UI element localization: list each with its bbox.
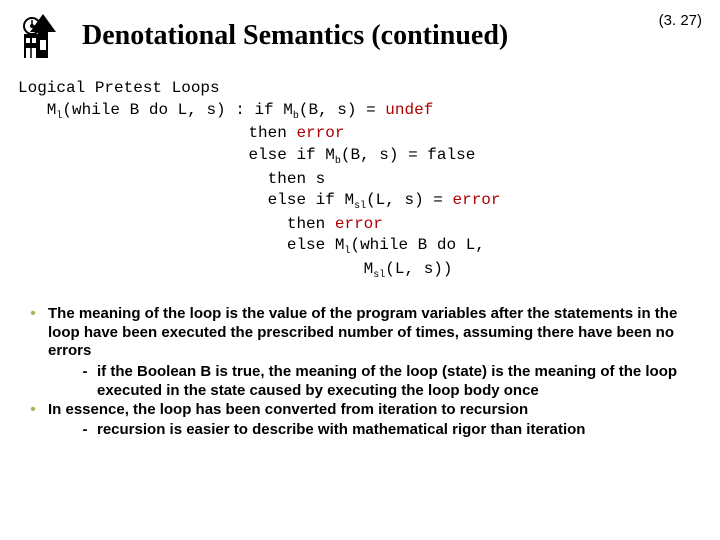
page-title: Denotational Semantics (continued) — [82, 20, 508, 52]
bullet-icon: • — [18, 305, 48, 361]
header: Denotational Semantics (continued) — [18, 12, 702, 60]
bullet-text: The meaning of the loop is the value of … — [48, 305, 702, 361]
list-item: - if the Boolean B is true, the meaning … — [18, 363, 702, 401]
list-item: • In essence, the loop has been converte… — [18, 401, 702, 420]
logo-icon — [18, 12, 64, 60]
bullet-list: • The meaning of the loop is the value o… — [18, 305, 702, 440]
dash-icon: - — [73, 363, 97, 401]
code-block: Logical Pretest Loops Ml(while B do L, s… — [18, 78, 702, 283]
bullet-text: In essence, the loop has been converted … — [48, 401, 702, 420]
dash-icon: - — [73, 421, 97, 440]
list-item: • The meaning of the loop is the value o… — [18, 305, 702, 361]
bullet-icon: • — [18, 401, 48, 420]
sub-bullet-text: recursion is easier to describe with mat… — [97, 421, 702, 440]
list-item: - recursion is easier to describe with m… — [18, 421, 702, 440]
slide-number: (3. 27) — [659, 12, 702, 29]
code-heading: Logical Pretest Loops — [18, 79, 220, 97]
sub-bullet-text: if the Boolean B is true, the meaning of… — [97, 363, 702, 401]
